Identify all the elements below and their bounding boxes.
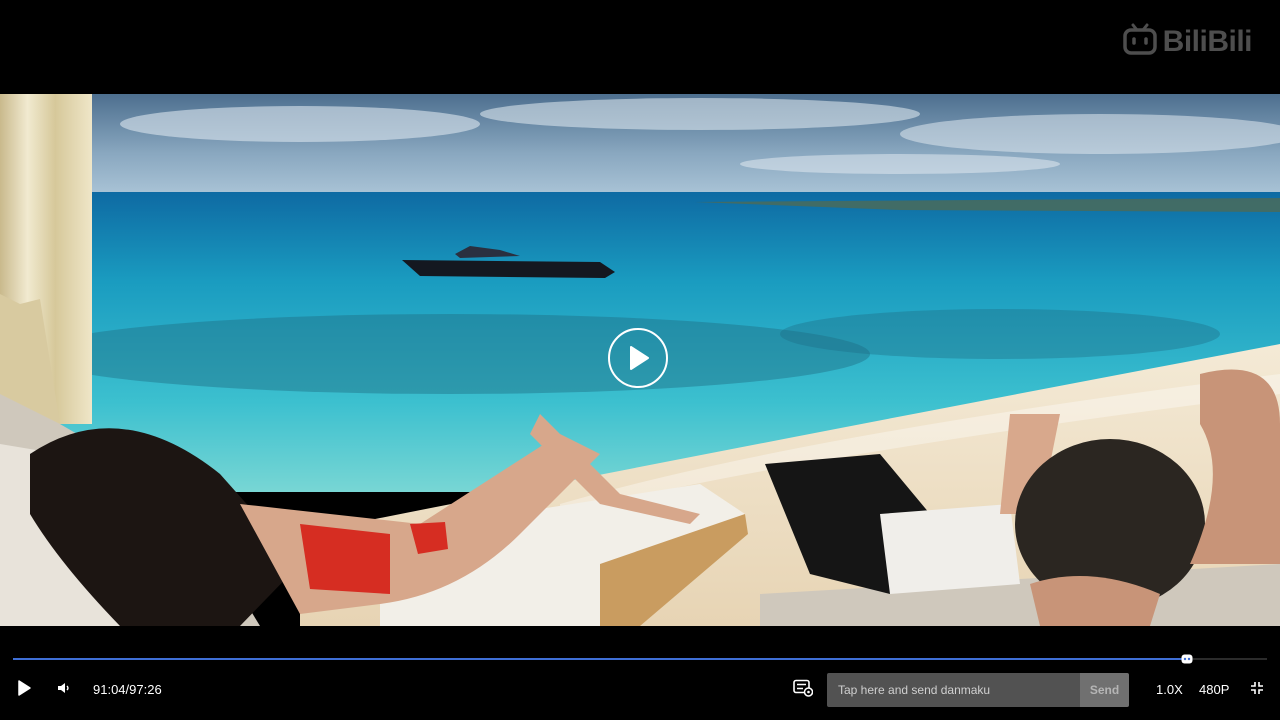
- volume-icon: [57, 681, 71, 700]
- video-player[interactable]: BiliBili 91:04/97:26 Tap here and send d…: [0, 0, 1280, 720]
- quality-button[interactable]: 480P: [1199, 682, 1229, 697]
- fullscreen-button[interactable]: [1248, 681, 1266, 699]
- volume-button[interactable]: [55, 680, 73, 700]
- time-display: 91:04/97:26: [93, 682, 162, 697]
- play-circle-icon: [625, 344, 651, 372]
- play-button[interactable]: [14, 679, 34, 702]
- danmaku-settings-button[interactable]: [792, 679, 814, 701]
- speed-button[interactable]: 1.0X: [1156, 682, 1183, 697]
- danmaku-input[interactable]: [827, 673, 1080, 707]
- tv-logo-icon: [1122, 22, 1157, 61]
- center-play-button[interactable]: [608, 328, 668, 388]
- exit-fullscreen-icon: [1250, 681, 1264, 700]
- total-time: 97:26: [129, 682, 162, 697]
- progress-played: [13, 658, 1187, 660]
- progress-thumb-icon[interactable]: [1181, 654, 1193, 664]
- send-button[interactable]: Send: [1080, 673, 1129, 707]
- play-icon: [16, 679, 32, 702]
- bilibili-logo: BiliBili: [1122, 22, 1253, 61]
- danmaku-form: Send: [827, 673, 1129, 707]
- logo-text: BiliBili: [1162, 24, 1253, 58]
- control-bar: 91:04/97:26 Send 1.0X 480P: [0, 670, 1280, 710]
- video-frame[interactable]: [0, 94, 1280, 626]
- progress-bar[interactable]: [13, 654, 1267, 664]
- danmaku-settings-icon: [793, 679, 814, 702]
- current-time: 91:04: [93, 682, 126, 697]
